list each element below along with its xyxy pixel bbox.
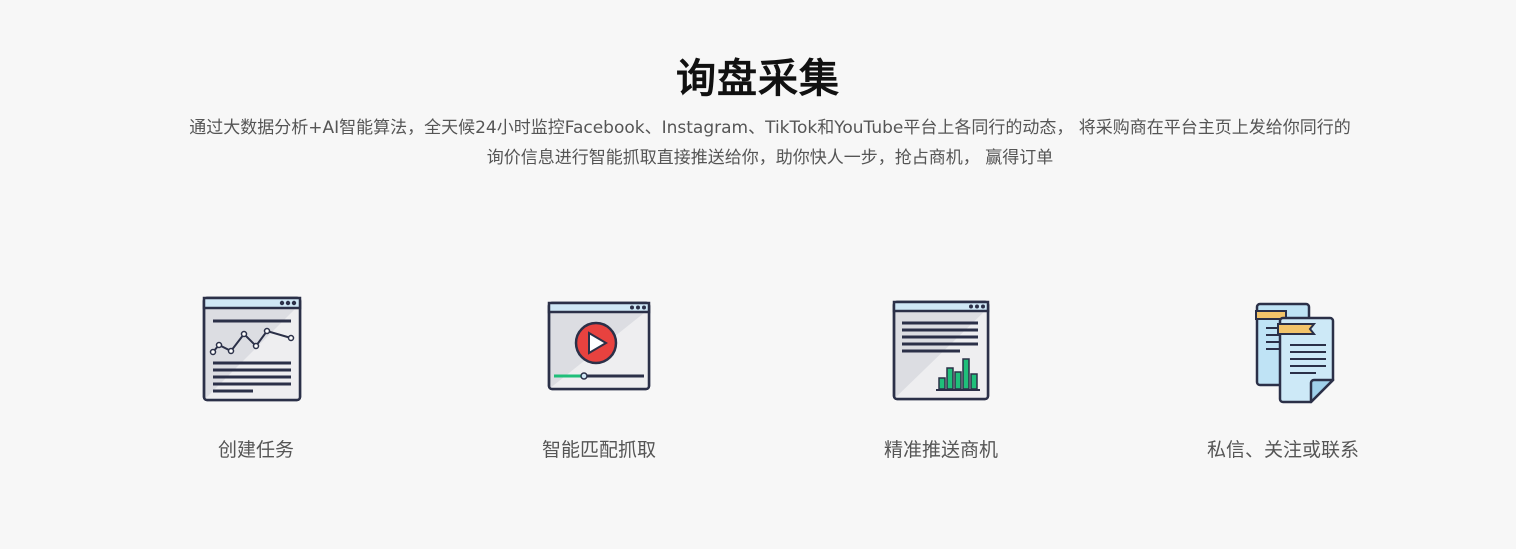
description-line-2: 询价信息进行智能抓取直接推送给你，助你快人一步，抢占商机， 赢得订单	[486, 148, 1054, 168]
feature-create-task: 创建任务	[126, 290, 386, 480]
feature-message-follow-contact: 私信、关注或联系	[1153, 290, 1413, 480]
feature-precise-push: 精准推送商机	[811, 290, 1071, 480]
section-description: 通过大数据分析+AI智能算法，全天候24小时监控Facebook、Instagr…	[150, 113, 1390, 173]
feature-list: 创建任务 智能匹配抓取 精准推送商机 私信、关注或联系	[0, 290, 1516, 480]
feature-label: 创建任务	[217, 439, 294, 461]
chart-window-icon	[202, 296, 302, 402]
feature-label: 智能匹配抓取	[541, 439, 656, 461]
feature-label: 私信、关注或联系	[1206, 439, 1359, 461]
documents-icon	[1255, 302, 1335, 404]
feature-label: 精准推送商机	[883, 439, 998, 461]
bar-chart-window-icon	[892, 300, 990, 401]
section-title: 询盘采集	[676, 56, 840, 102]
feature-smart-matching: 智能匹配抓取	[469, 290, 729, 480]
inquiry-collection-section: 询盘采集 通过大数据分析+AI智能算法，全天候24小时监控Facebook、In…	[0, 0, 1516, 549]
video-window-icon	[547, 301, 651, 391]
description-line-1: 通过大数据分析+AI智能算法，全天候24小时监控Facebook、Instagr…	[189, 118, 1351, 138]
